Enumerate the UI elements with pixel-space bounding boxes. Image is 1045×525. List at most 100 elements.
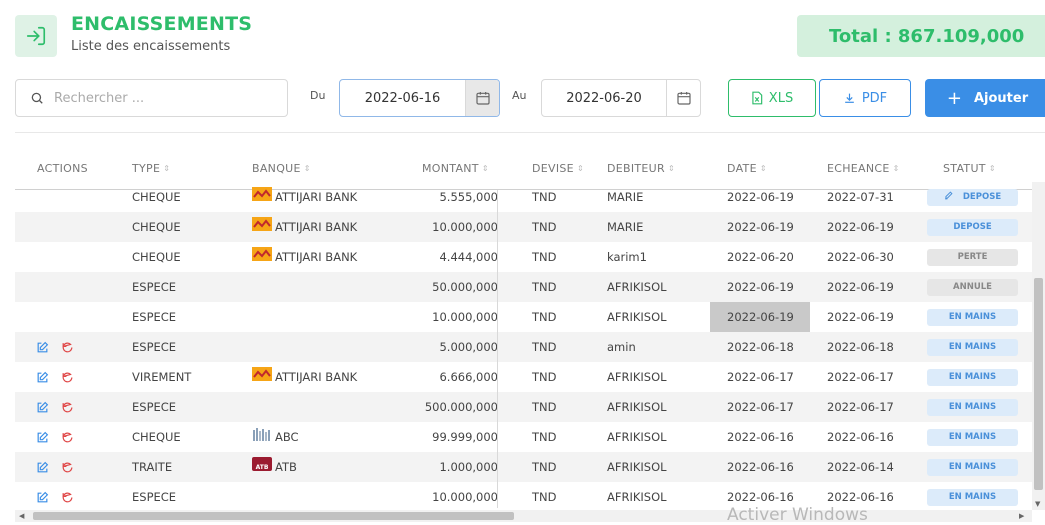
cell-date: 2022-06-17 <box>727 370 794 384</box>
cell-currency: TND <box>532 370 557 384</box>
column-header-amount[interactable]: MONTANT ⇕ <box>422 162 489 175</box>
cell-date: 2022-06-19 <box>727 190 794 204</box>
table-row: CHEQUE ATTIJARI BANK 4.444,000 TND karim1 202… <box>15 242 1032 272</box>
cell-due-date: 2022-06-19 <box>827 220 894 234</box>
search-input[interactable] <box>54 90 274 106</box>
cell-amount: 99.999,000 <box>432 430 498 444</box>
login-icon <box>15 15 57 57</box>
cell-amount: 500.000,000 <box>424 400 498 414</box>
undo-icon[interactable] <box>61 371 74 384</box>
cell-date: 2022-06-19 <box>710 302 810 332</box>
status-badge: EN MAINS <box>927 369 1018 386</box>
cell-date: 2022-06-19 <box>727 280 794 294</box>
export-pdf-button[interactable]: PDF <box>819 79 911 117</box>
table-row: TRAITE ATB ATB 1.000,000 TND AFRIKISOL 2022-06… <box>15 452 1032 482</box>
column-header-type[interactable]: TYPE ⇕ <box>132 162 170 175</box>
edit-icon[interactable] <box>36 341 49 354</box>
scroll-down-arrow[interactable]: ▼ <box>1035 500 1040 508</box>
cell-amount: 6.666,000 <box>439 370 498 384</box>
edit-icon[interactable] <box>36 431 49 444</box>
status-badge: EN MAINS <box>927 489 1018 506</box>
row-actions <box>36 422 74 452</box>
cell-date: 2022-06-17 <box>727 400 794 414</box>
edit-icon[interactable] <box>36 461 49 474</box>
undo-icon[interactable] <box>61 431 74 444</box>
cell-debtor: AFRIKISOL <box>607 370 667 384</box>
to-date-value[interactable]: 2022-06-20 <box>542 80 666 116</box>
column-header-debtor[interactable]: DEBITEUR ⇕ <box>607 162 675 175</box>
bank-name: ABC <box>275 430 299 444</box>
edit-icon[interactable] <box>36 401 49 414</box>
cell-debtor: AFRIKISOL <box>607 400 667 414</box>
page-title: ENCAISSEMENTS <box>71 13 253 35</box>
undo-icon[interactable] <box>61 461 74 474</box>
cell-currency: TND <box>532 400 557 414</box>
cell-due-date: 2022-06-17 <box>827 400 894 414</box>
download-icon <box>844 93 854 103</box>
cell-date: 2022-06-20 <box>727 250 794 264</box>
horizontal-scroll-thumb[interactable] <box>33 512 514 520</box>
xls-label: XLS <box>768 90 794 106</box>
status-badge: DEPOSE <box>927 189 1018 206</box>
bank-name: ATTIJARI BANK <box>275 250 358 264</box>
column-header-currency[interactable]: DEVISE ⇕ <box>532 162 584 175</box>
cell-type: ESPECE <box>132 310 177 324</box>
cell-type: ESPECE <box>132 400 177 414</box>
plus-icon: + <box>946 87 962 109</box>
bank-name: ATTIJARI BANK <box>275 370 358 384</box>
attijari-logo <box>252 362 272 392</box>
from-label: Du <box>310 89 326 102</box>
cell-debtor: AFRIKISOL <box>607 490 667 504</box>
divider <box>15 132 1045 133</box>
undo-icon[interactable] <box>61 401 74 414</box>
attijari-logo <box>252 242 272 272</box>
column-header-bank[interactable]: BANQUE ⇕ <box>252 162 311 175</box>
abc-logo <box>252 422 272 452</box>
vertical-scroll-thumb[interactable] <box>1034 278 1043 490</box>
table-row: ESPECE 5.000,000 TND amin 2022-06-18 2022-06-… <box>15 332 1032 362</box>
sort-icon: ⇕ <box>759 164 767 173</box>
from-date-value[interactable]: 2022-06-16 <box>340 80 465 116</box>
search-box[interactable] <box>15 79 288 117</box>
pdf-label: PDF <box>861 90 888 106</box>
cell-type: ESPECE <box>132 280 177 294</box>
cell-currency: TND <box>532 310 557 324</box>
calendar-icon[interactable] <box>666 80 700 116</box>
cell-debtor: amin <box>607 340 636 354</box>
atb-logo: ATB <box>252 452 272 482</box>
table-row: ESPECE 500.000,000 TND AFRIKISOL 2022-06-17 2… <box>15 392 1032 422</box>
sort-icon: ⇕ <box>163 164 171 173</box>
from-date-field[interactable]: 2022-06-16 <box>339 79 500 117</box>
edit-icon[interactable] <box>36 491 49 504</box>
status-badge: EN MAINS <box>927 399 1018 416</box>
cell-debtor: MARIE <box>607 190 644 204</box>
cell-amount: 50.000,000 <box>432 280 498 294</box>
scroll-right-arrow[interactable]: ▶ <box>1019 512 1024 520</box>
cell-amount: 4.444,000 <box>439 250 498 264</box>
to-date-field[interactable]: 2022-06-20 <box>541 79 701 117</box>
column-header-due-date[interactable]: ECHEANCE ⇕ <box>827 162 900 175</box>
cell-debtor: MARIE <box>607 220 644 234</box>
cell-amount: 10.000,000 <box>432 220 498 234</box>
column-header-status[interactable]: STATUT ⇕ <box>943 162 996 175</box>
cell-currency: TND <box>532 250 557 264</box>
undo-icon[interactable] <box>61 491 74 504</box>
sort-icon: ⇕ <box>303 164 311 173</box>
calendar-icon[interactable] <box>465 80 499 116</box>
cell-date: 2022-06-19 <box>727 220 794 234</box>
cell-due-date: 2022-06-18 <box>827 340 894 354</box>
status-badge: PERTE <box>927 249 1018 266</box>
file-excel-icon <box>752 91 763 105</box>
cell-currency: TND <box>532 490 557 504</box>
add-button[interactable]: + Ajouter <box>925 79 1045 117</box>
edit-icon[interactable] <box>36 371 49 384</box>
cell-due-date: 2022-06-19 <box>827 310 894 324</box>
sort-icon: ⇕ <box>576 164 584 173</box>
status-badge: EN MAINS <box>927 339 1018 356</box>
column-header-date[interactable]: DATE ⇕ <box>727 162 767 175</box>
undo-icon[interactable] <box>61 341 74 354</box>
export-xls-button[interactable]: XLS <box>728 79 816 117</box>
scroll-left-arrow[interactable]: ◀ <box>19 512 24 520</box>
table-row: ESPECE 10.000,000 TND AFRIKISOL 2022-06-19 20… <box>15 302 1032 332</box>
table-row: CHEQUE ABC 99.999,000 TND AFRIKISOL 2022-06-1… <box>15 422 1032 452</box>
